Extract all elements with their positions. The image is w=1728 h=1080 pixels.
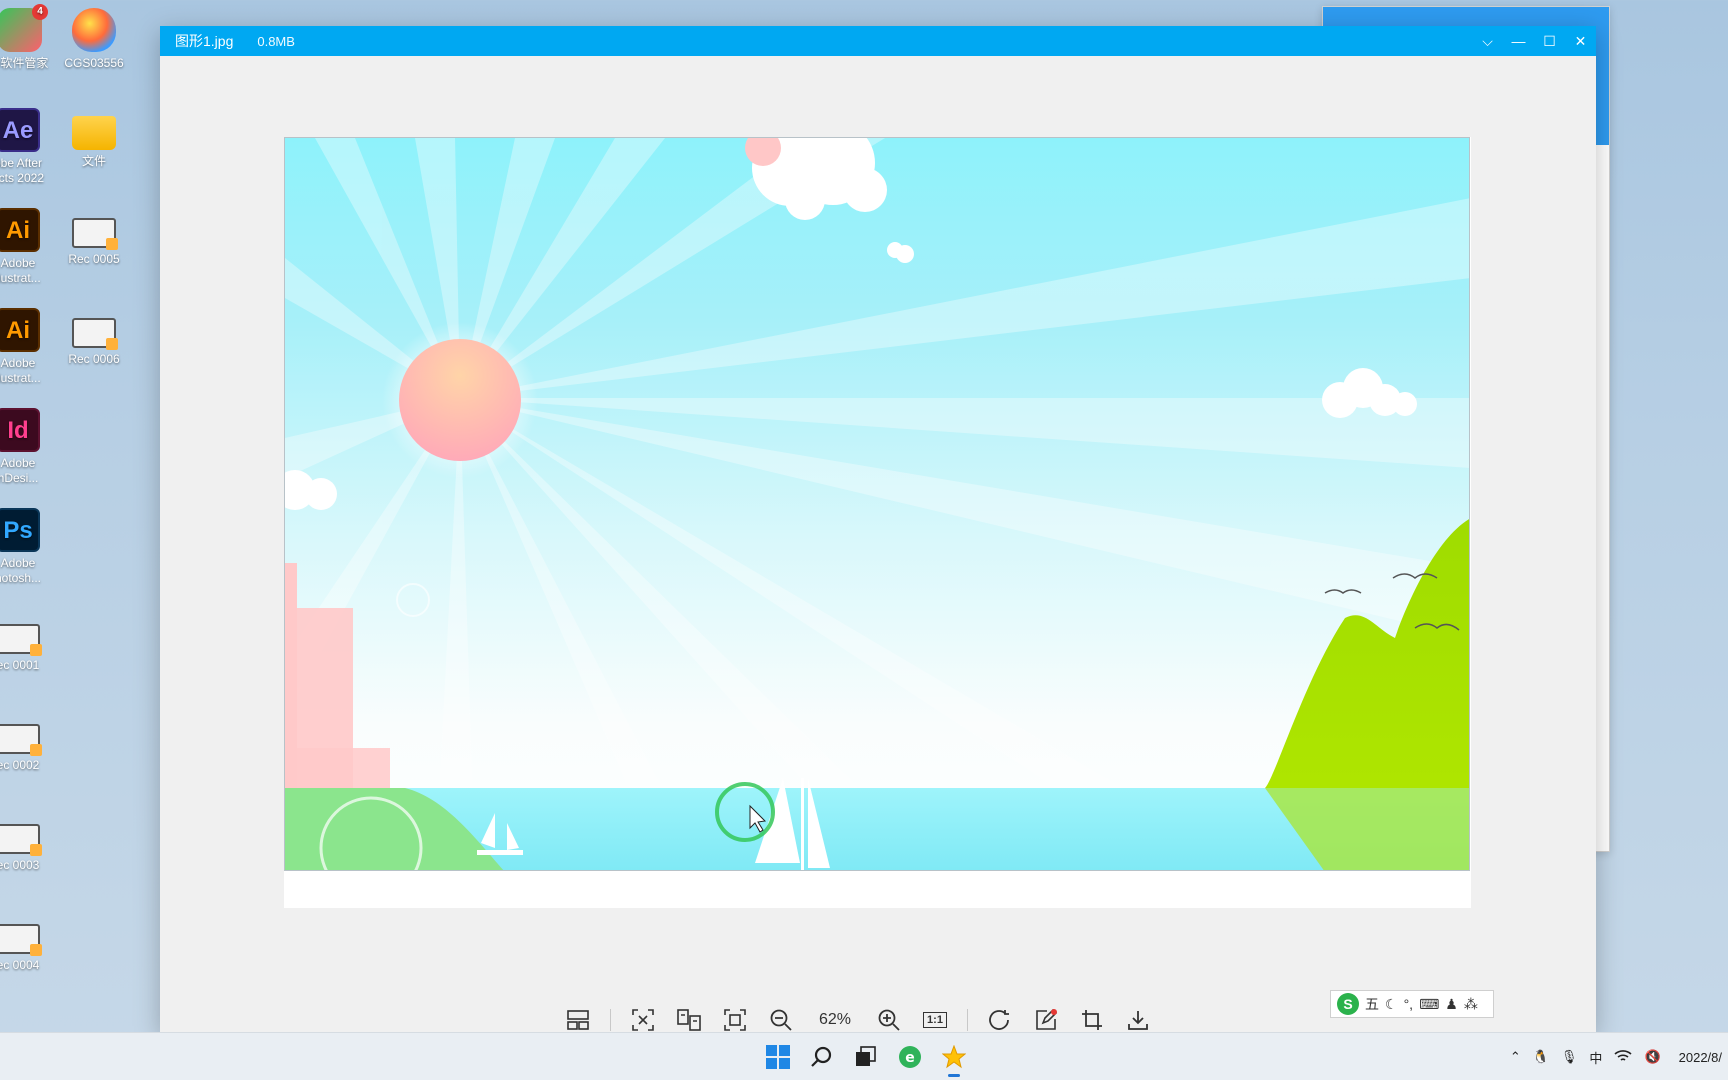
- cloud-small: [887, 242, 914, 263]
- desktop-icon-rec-0002[interactable]: ec 0002: [0, 714, 56, 773]
- desktop-icon-label: CGS03556: [64, 56, 124, 70]
- folder-icon: [72, 116, 116, 150]
- viewer-titlebar[interactable]: 图形1.jpg 0.8MB ⌵ — ☐ ✕: [160, 26, 1596, 56]
- desktop-icon-rec-0004[interactable]: ec 0004: [0, 914, 56, 973]
- file-name: 图形1.jpg: [175, 33, 234, 49]
- image-canvas[interactable]: [284, 137, 1471, 908]
- desktop-icon-photoshop[interactable]: Ps Adobe hotosh...: [0, 508, 56, 586]
- video-file-icon: [0, 824, 42, 856]
- system-tray: ⌃ 🐧 🎙 中 🔇 2022/8/: [1510, 1033, 1728, 1080]
- video-file-icon: [0, 624, 42, 656]
- half-width-moon-icon[interactable]: ☾: [1385, 996, 1398, 1013]
- punctuation-icon[interactable]: °,: [1404, 996, 1414, 1012]
- desktop-icon-rec-0003[interactable]: ec 0003: [0, 814, 56, 873]
- desktop-icon-label: ec 0004: [0, 958, 40, 972]
- after-effects-icon: Ae: [0, 108, 40, 152]
- balloon-icon: [72, 8, 116, 52]
- desktop-icon-illustrator-2[interactable]: Ai Adobe llustrat...: [0, 308, 56, 386]
- illustrator-icon: Ai: [0, 208, 40, 252]
- desktop-icon-label: Adobe hotosh...: [0, 556, 42, 585]
- desktop-icon-illustrator-1[interactable]: Ai Adobe llustrat...: [0, 208, 56, 286]
- displayed-image[interactable]: [284, 137, 1470, 871]
- photoshop-icon: Ps: [0, 508, 40, 552]
- desktop-icon-label: Adobe llustrat...: [0, 256, 41, 285]
- toolbar-separator: [610, 1009, 611, 1031]
- video-file-icon: [0, 924, 42, 956]
- browser-icon[interactable]: e: [892, 1039, 928, 1075]
- maximize-button[interactable]: ☐: [1534, 26, 1565, 56]
- volume-muted-icon[interactable]: 🔇: [1644, 1049, 1660, 1065]
- windows-start-icon[interactable]: [760, 1039, 796, 1075]
- microphone-icon[interactable]: 🎙: [1561, 1049, 1578, 1065]
- toolbar-separator: [967, 1009, 968, 1031]
- desktop-icon-label: Rec 0006: [68, 352, 120, 366]
- close-button[interactable]: ✕: [1565, 26, 1596, 56]
- video-file-icon: [72, 218, 118, 250]
- desktop-icon-label: D软件管家: [0, 56, 49, 70]
- actual-size-label: 1:1: [923, 1012, 947, 1028]
- desktop-icon-indesign[interactable]: Id Adobe nDesi...: [0, 408, 56, 486]
- grid-menu-icon[interactable]: ⁂: [1464, 996, 1478, 1013]
- wifi-icon[interactable]: [1614, 1049, 1632, 1066]
- cloud-left: [285, 470, 337, 510]
- search-icon[interactable]: [804, 1039, 840, 1075]
- video-file-icon: [72, 318, 118, 350]
- desktop-icon-label: ec 0001: [0, 658, 40, 672]
- svg-text:e: e: [905, 1050, 915, 1066]
- desktop-icon-folder[interactable]: 文件: [56, 108, 132, 169]
- desktop-icon-rec-0001[interactable]: ec 0001: [0, 614, 56, 673]
- desktop-icon-cgs03556[interactable]: CGS03556: [56, 8, 132, 71]
- viewer-app-icon[interactable]: [936, 1039, 972, 1077]
- video-file-icon: [0, 724, 42, 756]
- ime-toolbar[interactable]: S 五 ☾ °, ⌨ ♟ ⁂: [1330, 990, 1494, 1018]
- bubble-small: [396, 583, 430, 617]
- chevron-down-icon[interactable]: ⌵: [1472, 26, 1503, 56]
- sogou-logo-icon: S: [1337, 993, 1359, 1015]
- clock-date[interactable]: 2022/8/: [1679, 1050, 1722, 1065]
- qq-icon[interactable]: 🐧: [1533, 1049, 1549, 1065]
- keyboard-icon[interactable]: ⌨: [1419, 996, 1439, 1013]
- desktop-icon-label: 文件: [81, 154, 106, 168]
- desktop-icon-label: obe After ects 2022: [0, 156, 45, 185]
- image-viewer-window[interactable]: 图形1.jpg 0.8MB ⌵ — ☐ ✕ 62% 1:1: [160, 26, 1596, 1032]
- desktop-icon-label: ec 0003: [0, 858, 40, 872]
- desktop-icon-label: Adobe llustrat...: [0, 356, 41, 385]
- sun: [399, 339, 521, 461]
- sunny-seaside-illustration: [285, 138, 1469, 870]
- desktop-icon-rec-0005[interactable]: Rec 0005: [56, 208, 132, 267]
- taskbar: e ⌃ 🐧 🎙 中 🔇 2022/8/: [0, 1032, 1728, 1080]
- ime-mode[interactable]: 五: [1365, 994, 1379, 1014]
- desktop-icon-label: Adobe nDesi...: [0, 456, 39, 485]
- ime-indicator[interactable]: 中: [1589, 1048, 1602, 1067]
- zoom-level[interactable]: 62%: [809, 1011, 861, 1029]
- user-icon[interactable]: ♟: [1445, 996, 1458, 1013]
- software-manager-icon: 4: [0, 4, 48, 52]
- desktop-icon-label: Rec 0005: [68, 252, 120, 266]
- illustrator-icon: Ai: [0, 308, 40, 352]
- chevron-up-icon[interactable]: ⌃: [1510, 1049, 1521, 1065]
- desktop-icon-software-manager[interactable]: 4 D软件管家: [0, 4, 58, 71]
- desktop-icon-after-effects[interactable]: Ae obe After ects 2022: [0, 108, 56, 186]
- minimize-button[interactable]: —: [1503, 26, 1534, 56]
- indesign-icon: Id: [0, 408, 40, 452]
- desktop-icon-label: ec 0002: [0, 758, 40, 772]
- file-size: 0.8MB: [257, 33, 295, 49]
- desktop-icon-rec-0006[interactable]: Rec 0006: [56, 308, 132, 367]
- notification-badge: 4: [32, 4, 48, 20]
- task-view-icon[interactable]: [848, 1039, 884, 1075]
